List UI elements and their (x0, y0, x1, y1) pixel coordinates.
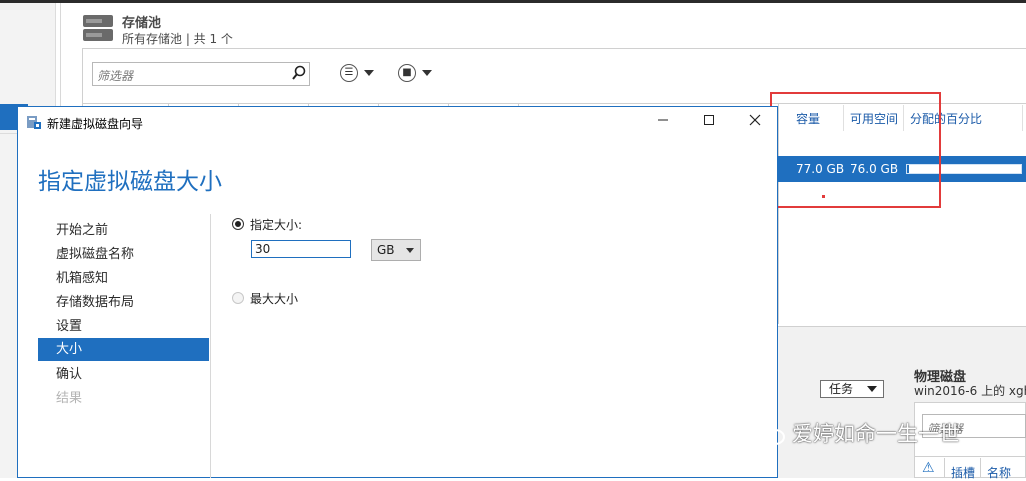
page-title: 指定虚拟磁盘大小 (38, 169, 222, 195)
watermark-text: 爱婷如命一生一世 (792, 422, 960, 446)
column-separator (980, 458, 981, 478)
virtual-disk-icon (27, 116, 41, 129)
wizard-window-title: 新建虚拟磁盘向导 (47, 117, 144, 131)
nav-item-results: 结果 (56, 391, 83, 406)
content-divider (60, 3, 61, 113)
storage-pool-icon (83, 15, 113, 41)
nav-item-virtual-disk-name[interactable]: 虚拟磁盘名称 (38, 243, 209, 266)
minimize-icon (658, 119, 668, 121)
nav-item-storage-layout[interactable]: 存储数据布局 (38, 291, 209, 314)
warning-icon: ⚠ (922, 460, 935, 476)
tasks-label: 任务 (829, 382, 854, 396)
nav-item-size[interactable]: 大小 (38, 338, 209, 361)
unit-select-value: GB (377, 243, 395, 257)
nav-item-enclosure-awareness[interactable]: 机箱感知 (38, 267, 209, 290)
save-icon: ■ (398, 64, 416, 82)
filter-placeholder: 筛选器 (97, 69, 134, 83)
list-icon: ☰ (340, 64, 358, 82)
column-header-line (914, 456, 1026, 457)
maximize-button[interactable] (686, 107, 732, 137)
nav-item-settings[interactable]: 设置 (38, 315, 209, 338)
highlight-annotation-box (770, 92, 941, 208)
search-icon[interactable] (290, 64, 308, 82)
column-separator (1022, 105, 1023, 131)
column-header-name[interactable]: 名称 (987, 464, 1011, 481)
wechat-icon (755, 423, 785, 445)
column-separator (944, 458, 945, 478)
chevron-down-icon (364, 70, 374, 76)
storage-pools-subtitle: 所有存储池 | 共 1 个 (122, 32, 233, 46)
specify-size-label: 指定大小: (250, 218, 303, 232)
tasks-dropdown[interactable]: 任务 (820, 380, 884, 398)
close-button[interactable] (732, 107, 778, 137)
nav-item-confirmation[interactable]: 确认 (38, 363, 209, 386)
annotation-dot (822, 195, 825, 198)
nav-divider (210, 214, 211, 478)
minimize-button[interactable] (640, 107, 686, 137)
maximum-size-radio[interactable] (232, 292, 244, 304)
storage-pools-title: 存储池 (122, 16, 162, 31)
save-query-button[interactable]: ■ (398, 64, 438, 84)
nav-item-before-you-begin[interactable]: 开始之前 (38, 219, 209, 242)
close-icon (749, 114, 761, 126)
specify-size-radio[interactable] (232, 218, 244, 230)
size-input[interactable]: 30 (251, 240, 351, 258)
chevron-down-icon (867, 386, 877, 392)
maximize-icon (704, 115, 714, 125)
physical-disks-subtitle: win2016-6 上的 xgh (914, 384, 1026, 398)
chevron-down-icon (406, 248, 414, 253)
maximum-size-label: 最大大小 (250, 292, 299, 306)
chevron-down-icon (422, 70, 432, 76)
unit-select[interactable]: GB (371, 239, 421, 261)
column-header-slot[interactable]: 插槽 (951, 464, 975, 481)
list-options-button[interactable]: ☰ (340, 64, 380, 84)
